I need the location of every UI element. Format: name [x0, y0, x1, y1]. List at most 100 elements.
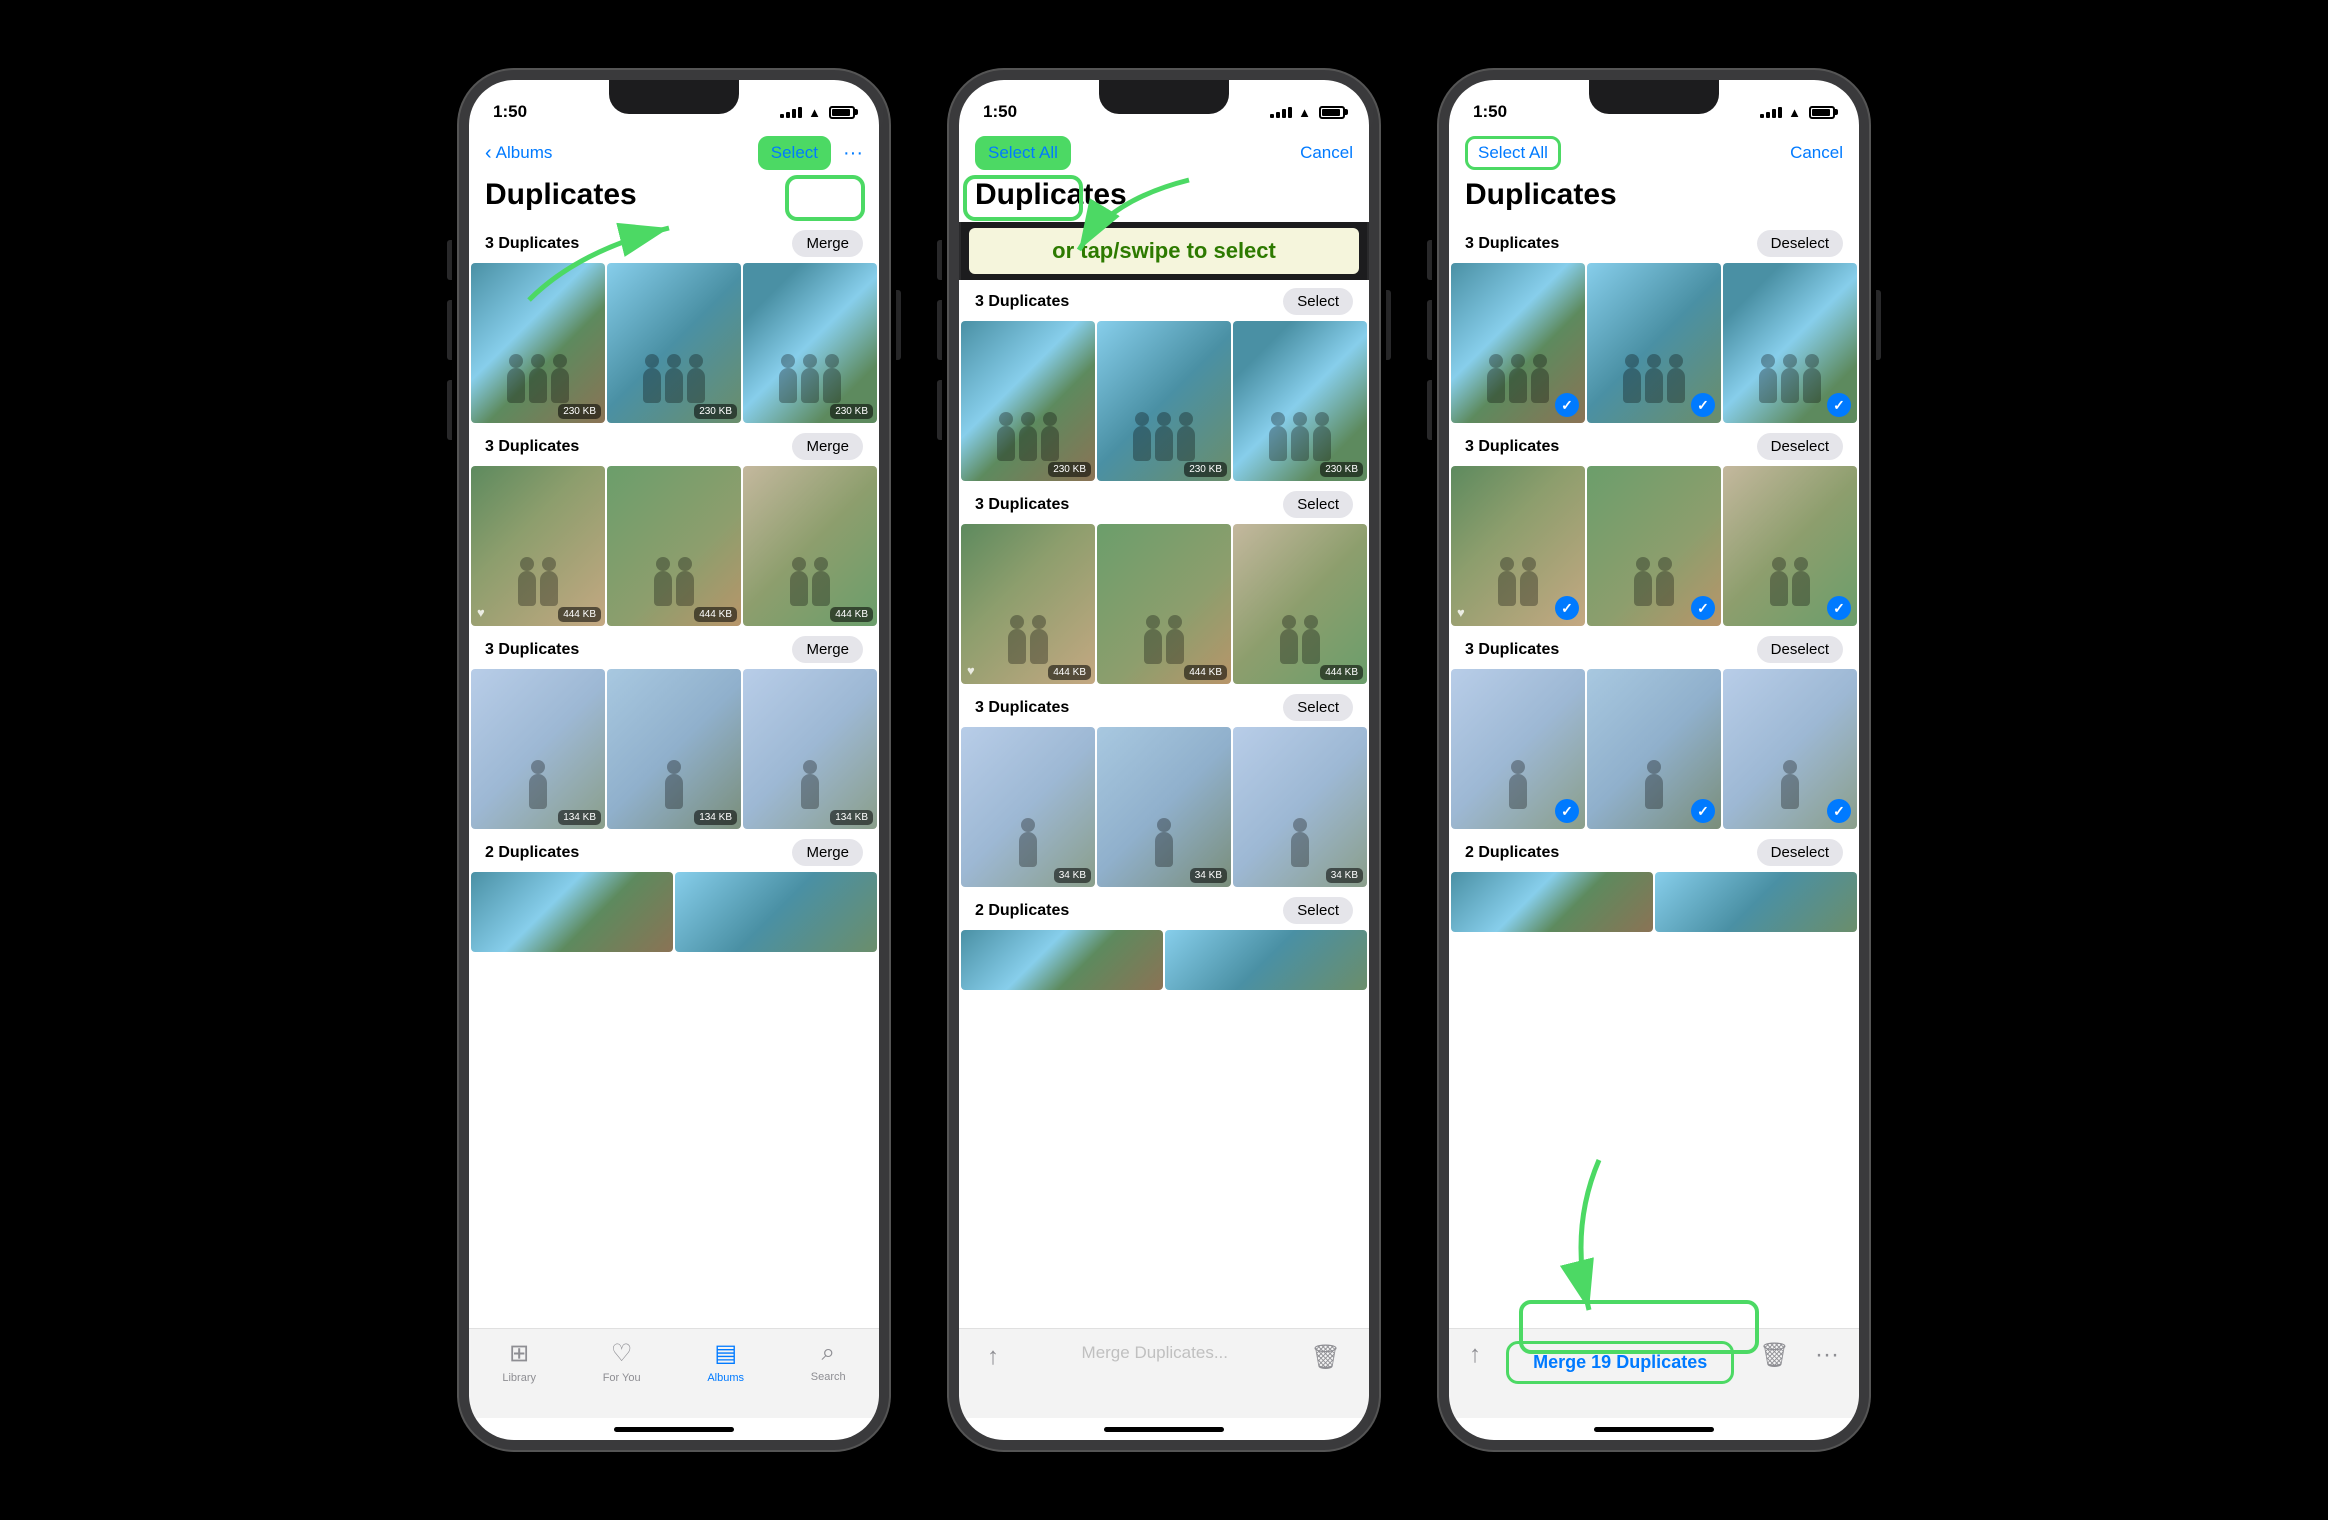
photo-check: ✓	[1555, 799, 1579, 823]
photo-size-badge: 444 KB	[1184, 665, 1227, 680]
dup-label-2-3: 3 Duplicates	[975, 699, 1069, 717]
photo-cell: ✓	[1587, 669, 1721, 829]
photo-cell: 134 KB	[743, 669, 877, 829]
volume-up-button-3	[1427, 300, 1432, 360]
phone1-wrapper: 1:50 ▲ ‹ Albums Select	[459, 70, 889, 1450]
select-all-button-2[interactable]: Select All	[975, 136, 1071, 170]
more-icon-3[interactable]: ···	[1815, 1341, 1839, 1369]
photo-check: ✓	[1827, 393, 1851, 417]
photo-cell: ✓	[1723, 466, 1857, 626]
dup-label-3-1: 3 Duplicates	[1465, 235, 1559, 253]
photo-cell: 444 KB	[1097, 524, 1231, 684]
silent-switch-2	[937, 240, 942, 280]
library-icon: ⊞	[509, 1339, 529, 1368]
tab-library-1[interactable]: ⊞ Library	[502, 1339, 536, 1384]
photo-cell: 230 KB	[607, 263, 741, 423]
merge-19-duplicates-button[interactable]: Merge 19 Duplicates	[1506, 1341, 1734, 1384]
share-icon-2[interactable]: ↑	[987, 1343, 999, 1371]
dup-group-2-2: 3 Duplicates Select ♥ 444 KB 444 KB	[959, 483, 1369, 684]
share-icon-3[interactable]: ↑	[1469, 1341, 1481, 1369]
deselect-button-3-3[interactable]: Deselect	[1757, 636, 1843, 663]
photo-cell	[1165, 930, 1367, 990]
dup-header-2-3: 3 Duplicates Select	[959, 686, 1369, 727]
photo-strip-3-2: ♥ ✓ ✓ ✓	[1449, 466, 1859, 626]
search-icon-1: ⌕	[821, 1339, 834, 1367]
status-icons-2: ▲	[1270, 105, 1345, 120]
select-all-button-3[interactable]: Select All	[1465, 136, 1561, 170]
merge-button-1-1[interactable]: Merge	[792, 230, 863, 257]
photo-cell: 230 KB	[961, 321, 1095, 481]
photo-cell	[675, 872, 877, 952]
status-icons-3: ▲	[1760, 105, 1835, 120]
heart-icon: ♥	[477, 605, 485, 620]
nav-bar-2: Select All Cancel	[959, 130, 1369, 178]
select-button-1[interactable]: Select	[758, 136, 831, 170]
photo-strip-1-2: ♥ 444 KB 444 KB 444 KB	[469, 466, 879, 626]
merge-button-1-4[interactable]: Merge	[792, 839, 863, 866]
tab-search-1[interactable]: ⌕ Search	[811, 1339, 846, 1383]
merge-button-1-2[interactable]: Merge	[792, 433, 863, 460]
nav-bar-3: Select All Cancel	[1449, 130, 1859, 178]
photo-cell	[1655, 872, 1857, 932]
photo-cell: 134 KB	[607, 669, 741, 829]
photo-cell: 230 KB	[743, 263, 877, 423]
phone3: 1:50 ▲ Select All Cancel Duplicates	[1439, 70, 1869, 1450]
select-group-button-2-3[interactable]: Select	[1283, 694, 1353, 721]
dup-header-3-4: 2 Duplicates Deselect	[1449, 831, 1859, 872]
phone1: 1:50 ▲ ‹ Albums Select	[459, 70, 889, 1450]
phone3-wrapper: 1:50 ▲ Select All Cancel Duplicates	[1439, 70, 1869, 1450]
tab-foryou-1[interactable]: ♡ For You	[603, 1339, 641, 1384]
battery-icon-2	[1319, 106, 1345, 119]
photo-cell: ✓	[1723, 263, 1857, 423]
cancel-button-3[interactable]: Cancel	[1790, 143, 1843, 163]
heart-icon: ♥	[967, 663, 975, 678]
tab-albums-1[interactable]: ▤ Albums	[707, 1339, 744, 1384]
dup-header-3-2: 3 Duplicates Deselect	[1449, 425, 1859, 466]
page-title-1: Duplicates	[485, 178, 863, 212]
photo-size-badge: 230 KB	[1320, 462, 1363, 477]
photo-cell: ✓	[1587, 466, 1721, 626]
dup-label-2-2: 3 Duplicates	[975, 496, 1069, 514]
select-group-button-2-2[interactable]: Select	[1283, 491, 1353, 518]
dup-header-1-1: 3 Duplicates Merge	[469, 222, 879, 263]
heart-icon: ♥	[1457, 605, 1465, 620]
deselect-button-3-2[interactable]: Deselect	[1757, 433, 1843, 460]
trash-icon-3[interactable]: 🗑	[1759, 1341, 1789, 1370]
dup-label-1-4: 2 Duplicates	[485, 844, 579, 862]
deselect-button-3-4[interactable]: Deselect	[1757, 839, 1843, 866]
dup-group-1-3: 3 Duplicates Merge 134 KB 134 KB 134 KB	[469, 628, 879, 829]
page-title-bar-3: Duplicates	[1449, 178, 1859, 222]
cancel-button-2[interactable]: Cancel	[1300, 143, 1353, 163]
photo-strip-1-1: 230 KB 230 KB 230 KB	[469, 263, 879, 423]
trash-icon-2[interactable]: 🗑	[1311, 1343, 1341, 1372]
more-button-1[interactable]: ···	[843, 142, 863, 165]
overlay-text: or tap/swipe to select	[969, 228, 1359, 274]
photo-check: ✓	[1691, 799, 1715, 823]
photo-cell: 34 KB	[1097, 727, 1231, 887]
battery-fill-2	[1322, 109, 1340, 116]
action-bar-3: ↑ Merge 19 Duplicates 🗑 ···	[1449, 1328, 1859, 1418]
page-title-bar-1: Duplicates	[469, 178, 879, 222]
dup-header-2-2: 3 Duplicates Select	[959, 483, 1369, 524]
photo-cell: ♥ 444 KB	[961, 524, 1095, 684]
photo-check: ✓	[1691, 596, 1715, 620]
photo-cell: ✓	[1451, 669, 1585, 829]
deselect-button-3-1[interactable]: Deselect	[1757, 230, 1843, 257]
albums-icon: ▤	[714, 1339, 737, 1368]
photo-size-badge: 230 KB	[1184, 462, 1227, 477]
dup-header-3-1: 3 Duplicates Deselect	[1449, 222, 1859, 263]
dup-group-3-2: 3 Duplicates Deselect ♥ ✓ ✓ ✓	[1449, 425, 1859, 626]
back-button-1[interactable]: ‹ Albums	[485, 142, 552, 165]
select-group-button-2-4[interactable]: Select	[1283, 897, 1353, 924]
scroll-content-3: 3 Duplicates Deselect ✓ ✓ ✓	[1449, 222, 1859, 1328]
notch-2	[1099, 80, 1229, 114]
dup-group-1-1: 3 Duplicates Merge 230 KB 230 KB 230 KB	[469, 222, 879, 423]
dup-header-3-3: 3 Duplicates Deselect	[1449, 628, 1859, 669]
status-time-1: 1:50	[493, 102, 527, 122]
phone2: 1:50 ▲ Select All Cancel Duplicates	[949, 70, 1379, 1450]
dup-header-1-2: 3 Duplicates Merge	[469, 425, 879, 466]
merge-button-1-3[interactable]: Merge	[792, 636, 863, 663]
tab-foryou-label-1: For You	[603, 1372, 641, 1384]
photo-size-badge: 134 KB	[694, 810, 737, 825]
select-group-button-2-1[interactable]: Select	[1283, 288, 1353, 315]
